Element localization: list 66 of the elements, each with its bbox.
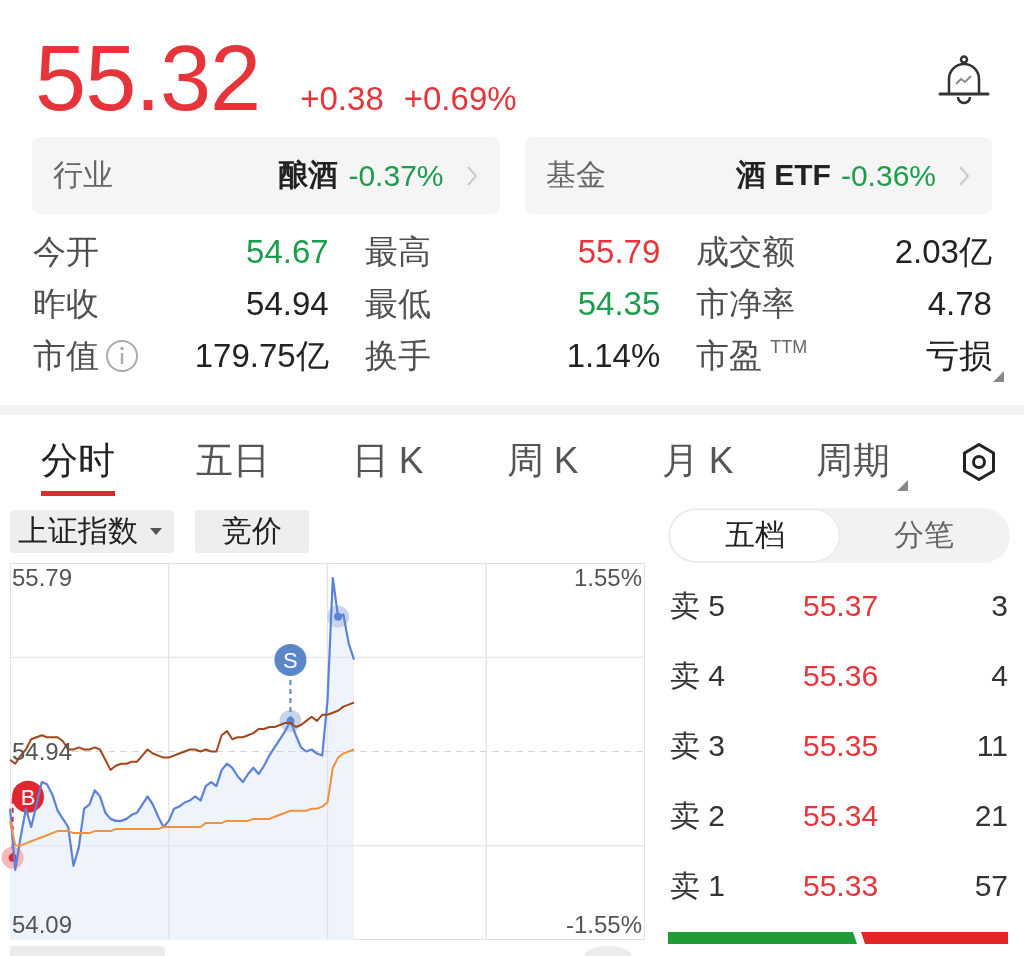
ask-price: 55.33 [803,869,880,903]
chart-tab[interactable]: 周期 [815,439,890,496]
ask-level-label: 卖 3 [670,727,727,764]
ask-level-label: 卖 2 [670,797,727,834]
stat-label: 换手 [364,335,431,376]
last-price: 55.32 [35,32,261,124]
stat-value: 54.94 [246,285,329,323]
ask-volume: 4 [991,659,1008,693]
chart-tab[interactable]: 五日 [195,439,270,496]
percent-change: +0.69% [403,79,517,119]
price-axis-label: 55.79 [12,566,73,590]
percent-axis-label: -1.55% [565,913,642,937]
stat-label: 最低 [364,283,431,324]
index-chip[interactable]: 上证指数 [10,510,174,553]
index-chip[interactable]: 竞价 [195,510,309,553]
stat-label: 市盈$^{TTM}$ [696,335,808,376]
related-card[interactable]: 行业 酿酒 -0.37% [32,137,500,214]
related-card[interactable]: 基金 酒 ETF -0.36% [524,137,992,214]
ask-price: 55.36 [803,659,880,693]
percent-axis-label: 1.55% [573,566,642,590]
stat-value: 54.67 [246,233,329,271]
ask-price: 55.35 [803,729,880,763]
ask-price: 55.37 [803,589,880,623]
order-book-tab[interactable]: 五档 [670,510,839,561]
info-icon[interactable] [105,339,139,373]
chart-tab[interactable]: 日 K [351,439,424,496]
ask-volume: 57 [974,869,1008,903]
sector-name: 酒 ETF [735,157,831,193]
stat-label: 成交额 [696,231,796,272]
stat-value: 4.78 [927,285,992,323]
ask-price: 55.34 [803,799,880,833]
stat-label: 昨收 [33,283,99,324]
ask-volume: 3 [991,589,1008,623]
card-label: 行业 [53,157,113,193]
stat-value: 亏损 [926,335,992,376]
ask-volume: 21 [974,799,1008,833]
ask-volume: 11 [976,729,1008,763]
stat-value: 1.14% [566,337,661,375]
stat-value: 179.75亿 [194,335,329,376]
bell-icon[interactable] [938,55,990,105]
stat-label: 最高 [364,231,431,272]
chevron-right-icon [958,164,970,187]
ask-level-label: 卖 1 [670,867,727,904]
chevron-right-icon [465,164,478,187]
stat-value: 2.03亿 [894,231,992,272]
settings-icon[interactable] [960,442,998,482]
order-book-tab[interactable]: 分笔 [839,510,1008,561]
stat-value: 55.79 [577,233,661,271]
caret-down-icon [150,527,162,536]
chart-tab[interactable]: 周 K [506,439,579,496]
sector-change: -0.37% [348,158,444,193]
price-axis-label: 54.09 [12,913,73,937]
ask-level-label: 卖 4 [670,657,727,694]
corner-triangle-icon[interactable] [896,480,908,491]
stat-value: 54.35 [577,285,661,323]
stat-label: 市值 [33,335,99,376]
sector-change: -0.36% [840,158,936,193]
price-change: +0.38 [300,79,384,119]
ask-level-label: 卖 5 [670,587,727,624]
corner-triangle-icon[interactable] [993,371,1004,382]
chart-tab[interactable]: 分时 [40,439,115,496]
stat-label: 今开 [33,231,99,272]
card-label: 基金 [545,157,606,193]
sector-name: 酿酒 [278,157,339,193]
stat-label: 市净率 [696,283,796,324]
chart-tab[interactable]: 月 K [661,439,734,496]
